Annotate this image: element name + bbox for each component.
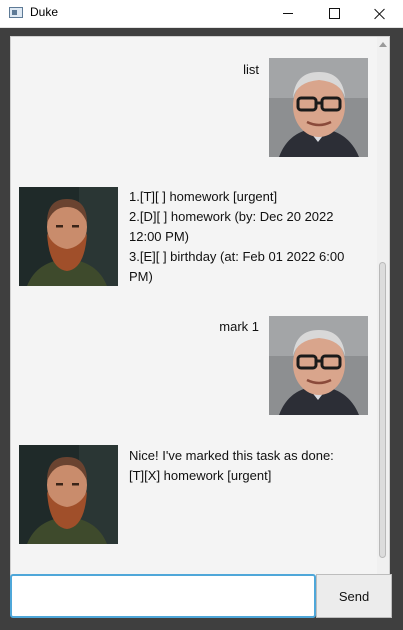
user-message-text: list	[243, 62, 259, 77]
title-bar[interactable]: Duke	[0, 0, 403, 28]
duke-message-text: Nice! I've marked this task as done: [T]…	[129, 448, 334, 483]
message-input[interactable]	[10, 574, 316, 618]
close-button[interactable]	[357, 0, 403, 27]
send-button[interactable]: Send	[316, 574, 392, 618]
app-window: Duke list 1.[T][] homework [urgent] 2.[…	[0, 0, 403, 630]
dialog-container: list 1.[T][] homework [urgent] 2.[D][]…	[11, 37, 377, 597]
app-icon	[9, 7, 23, 18]
user-message-text: mark 1	[219, 319, 259, 334]
scroll-up-icon[interactable]	[379, 42, 387, 47]
duke-message-text: 1.[T][ ] homework [urgent] 2.[D][ ] home…	[129, 189, 345, 284]
maximize-icon	[328, 8, 340, 19]
minimize-button[interactable]	[265, 0, 311, 27]
vertical-scrollbar[interactable]	[377, 37, 389, 597]
user-avatar	[269, 316, 368, 415]
dialog-scroll-pane[interactable]: list 1.[T][] homework [urgent] 2.[D][]…	[10, 36, 390, 598]
minimize-icon	[283, 13, 293, 14]
maximize-button[interactable]	[311, 0, 357, 27]
duke-avatar	[19, 445, 118, 544]
window-title: Duke	[30, 5, 59, 19]
user-avatar	[269, 58, 368, 157]
main-frame: list 1.[T][] homework [urgent] 2.[D][]…	[0, 28, 403, 630]
scroll-thumb[interactable]	[379, 262, 386, 558]
duke-avatar	[19, 187, 118, 286]
close-icon	[374, 8, 386, 20]
